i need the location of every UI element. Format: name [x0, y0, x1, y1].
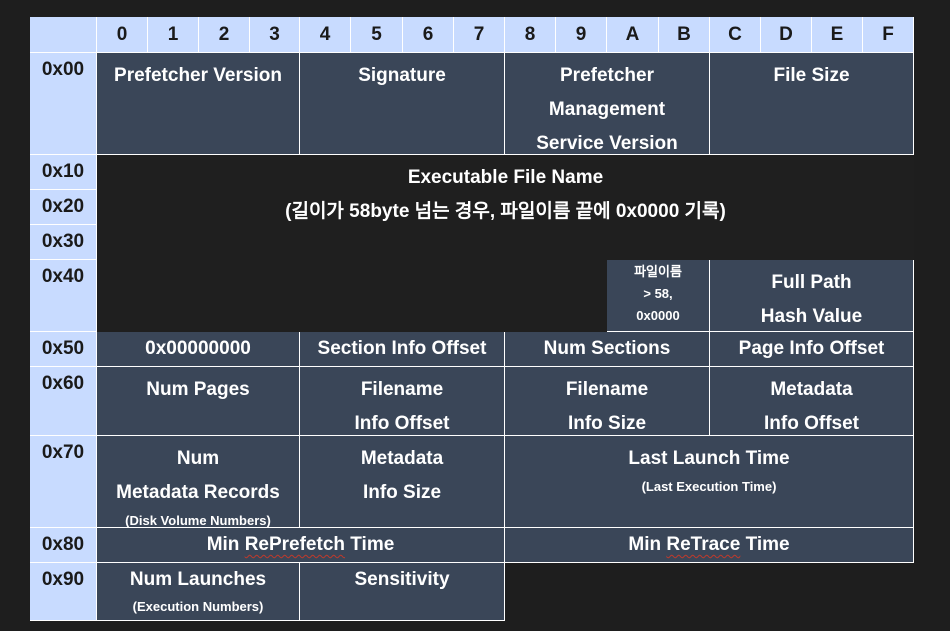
column-header: 9: [556, 17, 607, 53]
field-label: Num Launches: [129, 569, 267, 590]
field-label: Prefetcher Version: [114, 65, 282, 86]
column-header: 4: [300, 17, 351, 53]
min-retrace-time-field: Min ReTrace Time: [505, 528, 914, 563]
field-label: Metadata: [770, 379, 853, 400]
column-header: 1: [148, 17, 199, 53]
num-launches-field: Num Launches (Execution Numbers): [97, 563, 300, 621]
column-header: 8: [505, 17, 556, 53]
field-label: Section Info Offset: [317, 338, 487, 359]
column-header: D: [761, 17, 812, 53]
field-label: Info Size: [362, 482, 442, 503]
field-note: (Execution Numbers): [132, 599, 264, 614]
min-reprefetch-time-field: Min RePrefetch Time: [97, 528, 505, 563]
full-path-hash-value-field: Full Path Hash Value: [710, 260, 914, 332]
row-header: 0x20: [30, 190, 97, 225]
column-header: 0: [97, 17, 148, 53]
num-metadata-records-field: Num Metadata Records (Disk Volume Number…: [97, 436, 300, 528]
field-label: Filename: [360, 379, 444, 400]
filename-info-size-field: Filename Info Size: [505, 367, 710, 436]
metadata-info-offset-field: Metadata Info Offset: [710, 367, 914, 436]
prefetcher-management-service-version-field: Prefetcher Management Service Version: [505, 53, 710, 155]
field-label: 0x00000000: [145, 338, 251, 359]
field-label: Last Launch Time: [628, 448, 790, 469]
num-pages-field: Num Pages: [97, 367, 300, 436]
num-sections-field: Num Sections: [505, 332, 710, 367]
field-label: Num: [176, 448, 220, 469]
executable-file-name-field: Executable File Name (길이가 58byte 넘는 경우, …: [97, 155, 914, 260]
field-label: Filename: [565, 379, 649, 400]
row-header: 0x70: [30, 436, 97, 528]
column-header: 6: [403, 17, 454, 53]
field-label: 파일이름: [634, 264, 682, 279]
executable-file-name-field-continued: [97, 260, 607, 332]
prefetcher-version-field: Prefetcher Version: [97, 53, 300, 155]
filename-terminator-note: 파일이름 > 58, 0x0000: [607, 260, 710, 332]
metadata-info-size-field: Metadata Info Size: [300, 436, 505, 528]
field-label: Signature: [358, 65, 446, 86]
row-header: 0x40: [30, 260, 97, 332]
column-header: 5: [351, 17, 403, 53]
zero-field: 0x00000000: [97, 332, 300, 367]
last-launch-time-field: Last Launch Time (Last Execution Time): [505, 436, 914, 528]
row-header: 0x10: [30, 155, 97, 190]
field-label: > 58,: [643, 286, 673, 301]
row-header: 0x90: [30, 563, 97, 621]
section-info-offset-field: Section Info Offset: [300, 332, 505, 367]
field-label: Metadata Records: [116, 482, 280, 503]
row-header: 0x30: [30, 225, 97, 260]
column-header: E: [812, 17, 863, 53]
corner-cell: [30, 17, 97, 53]
field-label: Min ReTrace Time: [628, 534, 790, 555]
column-header: C: [710, 17, 761, 53]
column-header: 3: [250, 17, 300, 53]
field-label: Executable File Name: [407, 167, 604, 188]
row-header: 0x60: [30, 367, 97, 436]
column-header: 2: [199, 17, 250, 53]
field-label: Sensitivity: [354, 569, 450, 590]
column-header: A: [607, 17, 659, 53]
field-label: Num Sections: [543, 338, 671, 359]
column-header: B: [659, 17, 710, 53]
field-label: Management: [548, 99, 666, 120]
field-label: Num Pages: [146, 379, 250, 400]
field-label: Full Path: [771, 272, 852, 293]
signature-field: Signature: [300, 53, 505, 155]
field-label: File Size: [773, 65, 850, 86]
sensitivity-field: Sensitivity: [300, 563, 505, 621]
field-label: 0x0000: [636, 308, 680, 323]
column-header: F: [863, 17, 914, 53]
field-label: Prefetcher: [560, 65, 654, 86]
field-note: (Last Execution Time): [641, 479, 777, 494]
field-label: Page Info Offset: [738, 338, 885, 359]
filename-info-offset-field: Filename Info Offset: [300, 367, 505, 436]
field-label: Metadata: [360, 448, 444, 469]
field-label: Hash Value: [760, 306, 863, 327]
field-note: (길이가 58byte 넘는 경우, 파일이름 끝에 0x0000 기록): [285, 201, 726, 222]
column-header: 7: [454, 17, 505, 53]
page-info-offset-field: Page Info Offset: [710, 332, 914, 367]
row-header: 0x00: [30, 53, 97, 155]
row-header: 0x50: [30, 332, 97, 367]
row-header: 0x80: [30, 528, 97, 563]
field-label: Min RePrefetch Time: [206, 534, 395, 555]
file-size-field: File Size: [710, 53, 914, 155]
